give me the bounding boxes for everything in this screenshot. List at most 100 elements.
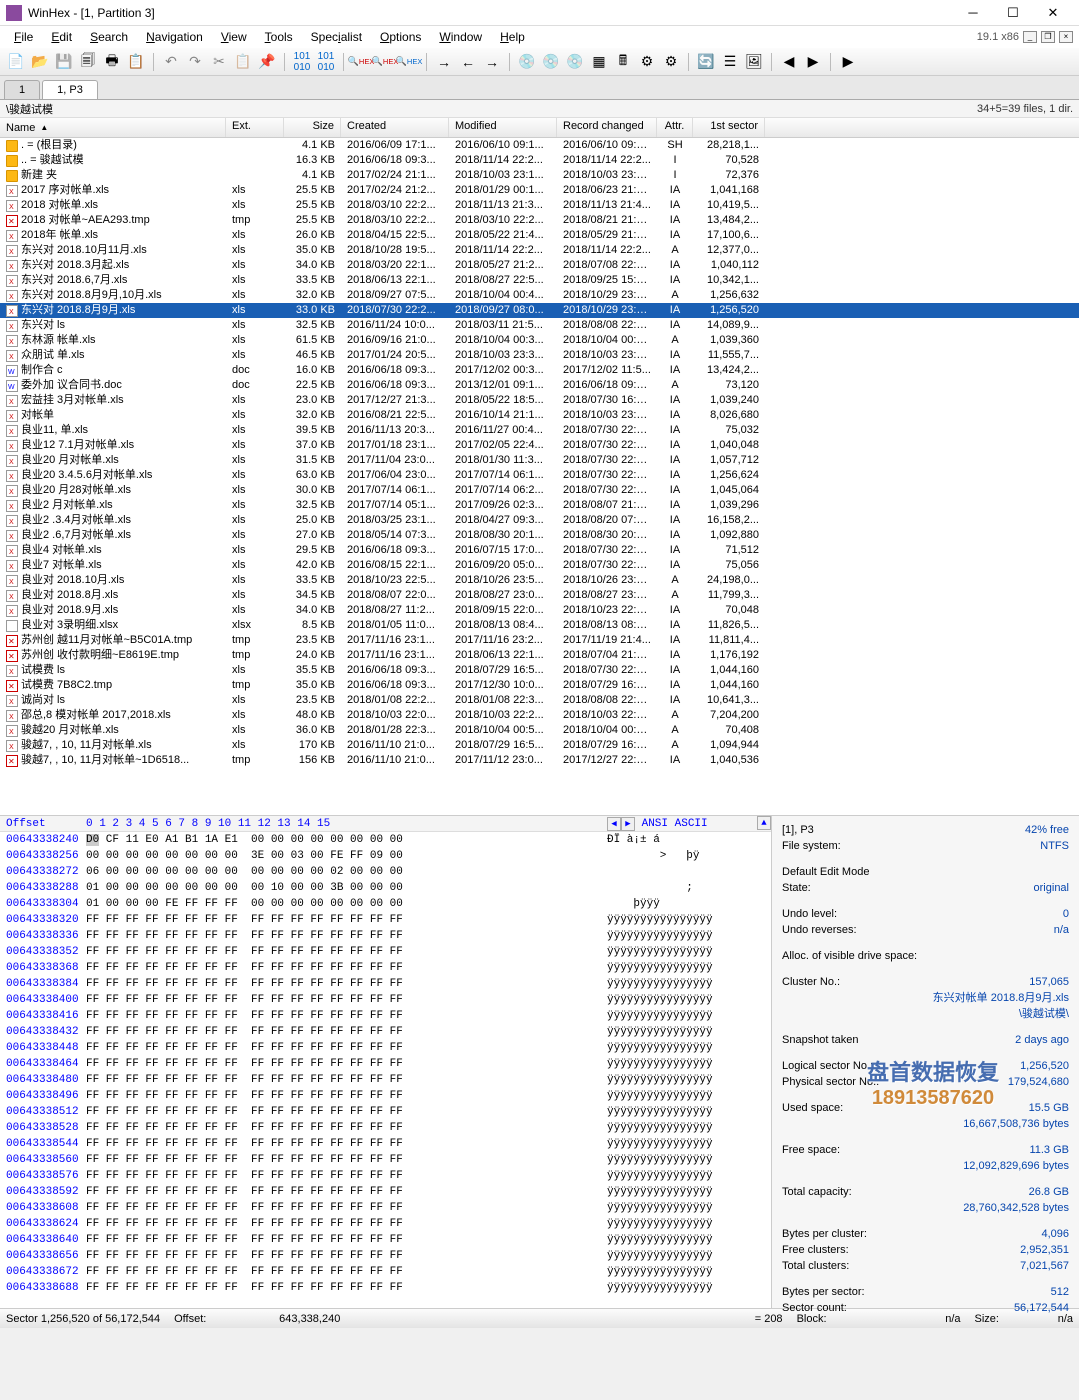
hex-ascii[interactable]: ÿÿÿÿÿÿÿÿÿÿÿÿÿÿÿÿ bbox=[601, 1120, 771, 1136]
hex-row[interactable]: 0064333828801 00 00 00 00 00 00 00 00 10… bbox=[0, 880, 771, 896]
settings2-icon[interactable]: ⚙ bbox=[661, 52, 681, 72]
back-icon[interactable]: ← bbox=[458, 52, 478, 72]
offset-header[interactable]: Offset bbox=[0, 816, 86, 831]
hex-row[interactable]: 00643338480FF FF FF FF FF FF FF FF FF FF… bbox=[0, 1072, 771, 1088]
file-row[interactable]: 东兴对 2018.6,7月.xlsxls33.5 KB2018/06/13 22… bbox=[0, 273, 1079, 288]
hex-row[interactable]: 00643338448FF FF FF FF FF FF FF FF FF FF… bbox=[0, 1040, 771, 1056]
hex-row[interactable]: 00643338352FF FF FF FF FF FF FF FF FF FF… bbox=[0, 944, 771, 960]
hex-bytes[interactable]: 00 00 00 00 00 00 00 00 3E 00 03 00 FE F… bbox=[86, 848, 601, 864]
hex-row[interactable]: 00643338512FF FF FF FF FF FF FF FF FF FF… bbox=[0, 1104, 771, 1120]
list-icon[interactable]: ☰ bbox=[720, 52, 740, 72]
file-row[interactable]: 良业2 .3.4月对帐单.xlsxls25.0 KB2018/03/25 23:… bbox=[0, 513, 1079, 528]
hex-row[interactable]: 00643338384FF FF FF FF FF FF FF FF FF FF… bbox=[0, 976, 771, 992]
file-row[interactable]: 良业20 3.4.5.6月对帐单.xlsxls63.0 KB2017/06/04… bbox=[0, 468, 1079, 483]
scroll-up-icon[interactable]: ▲ bbox=[757, 816, 771, 830]
hex-bytes[interactable]: 01 00 00 00 FE FF FF FF 00 00 00 00 00 0… bbox=[86, 896, 601, 912]
hex-row[interactable]: 00643338240D0 CF 11 E0 A1 B1 1A E1 00 00… bbox=[0, 832, 771, 848]
file-row[interactable]: 良业2 月对帐单.xlsxls32.5 KB2017/07/14 05:1...… bbox=[0, 498, 1079, 513]
hex-bytes[interactable]: FF FF FF FF FF FF FF FF FF FF FF FF FF F… bbox=[86, 1056, 601, 1072]
binary-icon[interactable]: 101010 bbox=[292, 52, 312, 72]
hex-row[interactable]: 00643338432FF FF FF FF FF FF FF FF FF FF… bbox=[0, 1024, 771, 1040]
hex-ascii[interactable]: ÿÿÿÿÿÿÿÿÿÿÿÿÿÿÿÿ bbox=[601, 1024, 771, 1040]
forward-icon[interactable]: → bbox=[482, 52, 502, 72]
file-row[interactable]: 诚尚对 lsxls23.5 KB2018/01/08 22:2...2018/0… bbox=[0, 693, 1079, 708]
menu-edit[interactable]: Edit bbox=[43, 28, 80, 46]
save-icon[interactable]: 💾 bbox=[54, 52, 74, 72]
status-size[interactable]: n/a bbox=[1013, 1313, 1073, 1325]
find-text-icon[interactable]: 🔍HEX bbox=[375, 52, 395, 72]
hex-bytes[interactable]: FF FF FF FF FF FF FF FF FF FF FF FF FF F… bbox=[86, 1088, 601, 1104]
file-row[interactable]: 良业对 2018.10月.xlsxls33.5 KB2018/10/23 22:… bbox=[0, 573, 1079, 588]
hex-ascii[interactable]: ÿÿÿÿÿÿÿÿÿÿÿÿÿÿÿÿ bbox=[601, 1056, 771, 1072]
status-byte-value[interactable]: = 208 bbox=[755, 1313, 783, 1325]
file-row[interactable]: 良业对 3录明细.xlsxxlsx8.5 KB2018/01/05 11:0..… bbox=[0, 618, 1079, 633]
file-row[interactable]: 良业4 对帐单.xlsxls29.5 KB2016/06/18 09:3...2… bbox=[0, 543, 1079, 558]
column-modified[interactable]: Modified bbox=[449, 118, 557, 137]
hex-ascii[interactable]: ÿÿÿÿÿÿÿÿÿÿÿÿÿÿÿÿ bbox=[601, 1040, 771, 1056]
hex-ascii[interactable]: ÿÿÿÿÿÿÿÿÿÿÿÿÿÿÿÿ bbox=[601, 1136, 771, 1152]
hex-bytes[interactable]: FF FF FF FF FF FF FF FF FF FF FF FF FF F… bbox=[86, 1024, 601, 1040]
menu-options[interactable]: Options bbox=[372, 28, 429, 46]
file-row[interactable]: 良业20 月28对帐单.xlsxls30.0 KB2017/07/14 06:1… bbox=[0, 483, 1079, 498]
file-row[interactable]: 良业11, 单.xlsxls39.5 KB2016/11/13 20:3...2… bbox=[0, 423, 1079, 438]
file-row[interactable]: 东兴对 lsxls32.5 KB2016/11/24 10:0...2018/0… bbox=[0, 318, 1079, 333]
hex-bytes[interactable]: FF FF FF FF FF FF FF FF FF FF FF FF FF F… bbox=[86, 1200, 601, 1216]
file-row[interactable]: 骏越20 月对帐单.xlsxls36.0 KB2018/01/28 22:3..… bbox=[0, 723, 1079, 738]
status-block[interactable]: n/a bbox=[841, 1313, 961, 1325]
column-attr[interactable]: Attr. bbox=[657, 118, 693, 137]
menu-help[interactable]: Help bbox=[492, 28, 533, 46]
hex-bytes[interactable]: FF FF FF FF FF FF FF FF FF FF FF FF FF F… bbox=[86, 1008, 601, 1024]
hex-bytes[interactable]: FF FF FF FF FF FF FF FF FF FF FF FF FF F… bbox=[86, 992, 601, 1008]
hex-bytes[interactable]: FF FF FF FF FF FF FF FF FF FF FF FF FF F… bbox=[86, 960, 601, 976]
file-row[interactable]: 东兴对 2018.8月9月.xlsxls33.0 KB2018/07/30 22… bbox=[0, 303, 1079, 318]
menu-window[interactable]: Window bbox=[431, 28, 490, 46]
file-row[interactable]: 良业对 2018.8月.xlsxls34.5 KB2018/08/07 22:0… bbox=[0, 588, 1079, 603]
refresh-icon[interactable]: 🔄 bbox=[696, 52, 716, 72]
tab-1-p3[interactable]: 1, P3 bbox=[42, 80, 98, 99]
settings-icon[interactable]: ⚙ bbox=[637, 52, 657, 72]
hex-row[interactable]: 00643338656FF FF FF FF FF FF FF FF FF FF… bbox=[0, 1248, 771, 1264]
hex-ascii[interactable]: ÿÿÿÿÿÿÿÿÿÿÿÿÿÿÿÿ bbox=[601, 976, 771, 992]
menu-view[interactable]: View bbox=[213, 28, 255, 46]
hex-ascii[interactable]: ÿÿÿÿÿÿÿÿÿÿÿÿÿÿÿÿ bbox=[601, 1104, 771, 1120]
menu-file[interactable]: File bbox=[6, 28, 41, 46]
file-row[interactable]: 良业12 7.1月对帐单.xlsxls37.0 KB2017/01/18 23:… bbox=[0, 438, 1079, 453]
hex-ascii[interactable]: ; bbox=[601, 880, 771, 896]
hex-row[interactable]: 00643338320FF FF FF FF FF FF FF FF FF FF… bbox=[0, 912, 771, 928]
hex-bytes[interactable]: FF FF FF FF FF FF FF FF FF FF FF FF FF F… bbox=[86, 1280, 601, 1296]
hex-ascii[interactable]: ÿÿÿÿÿÿÿÿÿÿÿÿÿÿÿÿ bbox=[601, 928, 771, 944]
next-icon[interactable]: ▶ bbox=[803, 52, 823, 72]
minimize-button[interactable]: ─ bbox=[953, 1, 993, 25]
mdi-minimize[interactable]: _ bbox=[1023, 31, 1037, 43]
column-size[interactable]: Size bbox=[284, 118, 341, 137]
file-row[interactable]: 骏越7, , 10, 11月对帐单.xlsxls170 KB2016/11/10… bbox=[0, 738, 1079, 753]
file-row[interactable]: 对帐单xls32.0 KB2016/08/21 22:5...2016/10/1… bbox=[0, 408, 1079, 423]
save-as-icon[interactable]: 🗐 bbox=[78, 52, 98, 72]
hex-bytes[interactable]: FF FF FF FF FF FF FF FF FF FF FF FF FF F… bbox=[86, 1184, 601, 1200]
hex-ascii[interactable]: ÿÿÿÿÿÿÿÿÿÿÿÿÿÿÿÿ bbox=[601, 1216, 771, 1232]
hex-row[interactable]: 0064333827206 00 00 00 00 00 00 00 00 00… bbox=[0, 864, 771, 880]
calc-icon[interactable]: 🖩 bbox=[613, 52, 633, 72]
hex-row[interactable]: 00643338336FF FF FF FF FF FF FF FF FF FF… bbox=[0, 928, 771, 944]
file-row[interactable]: 2018 对帐单~AEA293.tmptmp25.5 KB2018/03/10 … bbox=[0, 213, 1079, 228]
disk2-icon[interactable]: 💿 bbox=[541, 52, 561, 72]
mdi-close[interactable]: × bbox=[1059, 31, 1073, 43]
copy-icon[interactable]: 📋 bbox=[233, 52, 253, 72]
column-record-changed[interactable]: Record changed bbox=[557, 118, 657, 137]
mdi-restore[interactable]: ❐ bbox=[1041, 31, 1055, 43]
hex-bytes[interactable]: FF FF FF FF FF FF FF FF FF FF FF FF FF F… bbox=[86, 1168, 601, 1184]
hex-row[interactable]: 00643338592FF FF FF FF FF FF FF FF FF FF… bbox=[0, 1184, 771, 1200]
hex-bytes[interactable]: FF FF FF FF FF FF FF FF FF FF FF FF FF F… bbox=[86, 1120, 601, 1136]
hex-bytes[interactable]: FF FF FF FF FF FF FF FF FF FF FF FF FF F… bbox=[86, 976, 601, 992]
hex-ascii[interactable] bbox=[601, 864, 771, 880]
hex-bytes[interactable]: FF FF FF FF FF FF FF FF FF FF FF FF FF F… bbox=[86, 1072, 601, 1088]
tab-1[interactable]: 1 bbox=[4, 80, 40, 99]
hex-ascii[interactable]: ÿÿÿÿÿÿÿÿÿÿÿÿÿÿÿÿ bbox=[601, 1184, 771, 1200]
hex-row[interactable]: 00643338608FF FF FF FF FF FF FF FF FF FF… bbox=[0, 1200, 771, 1216]
file-row[interactable]: 宏益挂 3月对帐单.xlsxls23.0 KB2017/12/27 21:3..… bbox=[0, 393, 1079, 408]
hex-ascii[interactable]: ÿÿÿÿÿÿÿÿÿÿÿÿÿÿÿÿ bbox=[601, 1152, 771, 1168]
hex-row[interactable]: 00643338544FF FF FF FF FF FF FF FF FF FF… bbox=[0, 1136, 771, 1152]
find-icon[interactable]: 🔍HEX bbox=[399, 52, 419, 72]
file-row[interactable]: 良业7 对帐单.xlsxls42.0 KB2016/08/15 22:1...2… bbox=[0, 558, 1079, 573]
hex-bytes[interactable]: FF FF FF FF FF FF FF FF FF FF FF FF FF F… bbox=[86, 1040, 601, 1056]
